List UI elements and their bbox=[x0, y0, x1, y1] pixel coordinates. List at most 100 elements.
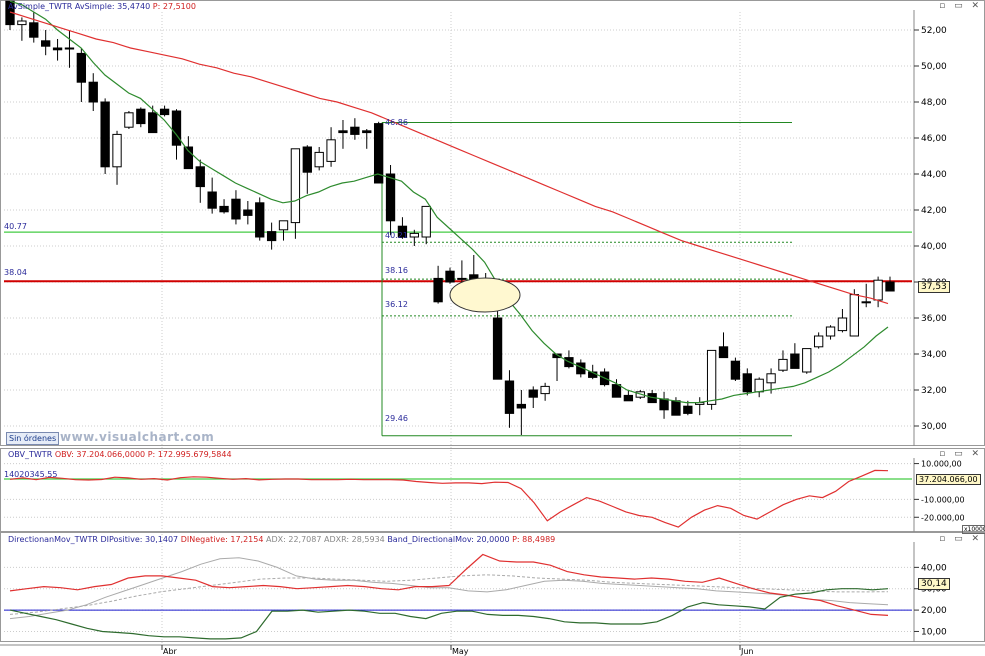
candle-body bbox=[504, 380, 515, 414]
candle-body bbox=[409, 232, 419, 238]
gap-annotation-ellipse bbox=[449, 277, 521, 313]
x-axis: Abr May Jun bbox=[161, 645, 754, 656]
candle-body bbox=[278, 220, 289, 231]
candle-body bbox=[445, 270, 455, 283]
candle-body bbox=[17, 20, 27, 26]
dmi-p-label: P: bbox=[512, 535, 520, 544]
obv-ytick-label: 10.000,00 bbox=[921, 460, 962, 469]
candle-body bbox=[148, 112, 158, 134]
panel-frames bbox=[0, 0, 985, 646]
price-ytick-label: 48,00 bbox=[921, 98, 947, 108]
candle-body bbox=[778, 358, 788, 371]
candle-body bbox=[623, 394, 634, 402]
y-axes: 52,0050,0048,0046,0044,0042,0040,0038,00… bbox=[914, 26, 965, 637]
dipositive-value: 30,1407 bbox=[145, 535, 179, 544]
chart-canvas: 52,0050,0048,0046,0044,0042,0040,0038,00… bbox=[0, 0, 985, 656]
candle-body bbox=[457, 277, 467, 280]
candle-body bbox=[302, 146, 312, 173]
candle-body bbox=[338, 130, 348, 134]
price-panel-header: AvSimple_TWTR AvSimple: 35,4740 P: 27,51… bbox=[8, 2, 196, 11]
panel-frame bbox=[0, 0, 985, 446]
level-label-3804: 38.04 bbox=[4, 268, 27, 277]
dmi-ytick-label: 20,00 bbox=[921, 606, 947, 616]
candle-body bbox=[540, 385, 550, 395]
dipositive-line bbox=[9, 588, 889, 640]
price-ytick-label: 50,00 bbox=[921, 62, 947, 72]
fib-label-3612: 36.12 bbox=[385, 300, 408, 309]
candle-body bbox=[706, 349, 717, 405]
adxr-value: 28,5934 bbox=[351, 535, 385, 544]
candle-body bbox=[326, 139, 336, 162]
price-ytick-label: 34,00 bbox=[921, 350, 947, 360]
watermark: www.visualchart.com bbox=[60, 430, 215, 444]
candle-body bbox=[825, 326, 836, 337]
candle-body bbox=[171, 110, 182, 146]
sin-ordenes-button[interactable]: Sin órdenes bbox=[6, 432, 60, 445]
price-window-controls[interactable]: ▫ ▭ ✕ bbox=[939, 1, 982, 11]
obv-p-label: P: bbox=[147, 450, 156, 459]
price-ytick-label: 36,00 bbox=[921, 314, 947, 324]
candle-body bbox=[837, 317, 848, 332]
obv-p-value: 172.995.679,5844 bbox=[157, 450, 232, 459]
candle-body bbox=[112, 133, 122, 168]
candle-body bbox=[766, 373, 776, 384]
candle-body bbox=[813, 335, 824, 348]
fib-label-2946: 29.46 bbox=[385, 414, 408, 423]
obv-scale-note: x10000 bbox=[962, 525, 985, 534]
candle-body bbox=[659, 398, 669, 411]
dmi-series-name: DirectionanMov_TWTR bbox=[8, 535, 98, 544]
dmi-window-controls[interactable]: ▫ ▭ ✕ bbox=[939, 534, 982, 544]
obv-level-label: 14020345.55 bbox=[4, 470, 58, 479]
adxr-line bbox=[9, 574, 889, 615]
price-ytick-label: 32,00 bbox=[921, 386, 947, 396]
last-price-tag: 37,53 bbox=[918, 281, 950, 293]
price-ytick-label: 42,00 bbox=[921, 206, 947, 216]
candle-body bbox=[516, 403, 527, 409]
sma-slow-value: 35,4740 bbox=[117, 2, 151, 11]
price-series-name: AvSimple_TWTR bbox=[8, 2, 73, 11]
price-ytick-label: 46,00 bbox=[921, 134, 947, 144]
candle-body bbox=[350, 126, 360, 135]
month-label: May bbox=[452, 647, 469, 656]
candle-body bbox=[195, 166, 205, 188]
candle-body bbox=[255, 202, 265, 238]
sma-slow-line bbox=[9, 11, 889, 305]
candle-body bbox=[362, 130, 372, 134]
level-label-4077: 40.77 bbox=[4, 222, 27, 231]
dmi-ytick-label: 40,00 bbox=[921, 563, 947, 573]
grid-layer bbox=[4, 12, 912, 645]
candle-body bbox=[29, 22, 39, 38]
candle-body bbox=[433, 277, 443, 303]
candle-body bbox=[754, 378, 764, 393]
candle-body bbox=[385, 173, 396, 222]
candle-body bbox=[243, 209, 253, 216]
candle-body bbox=[421, 205, 431, 238]
candle-body bbox=[790, 353, 800, 369]
price-ytick-label: 52,00 bbox=[921, 26, 947, 36]
fib-label-4686: 46.86 bbox=[385, 118, 408, 127]
obv-panel bbox=[4, 469, 912, 528]
obv-window-controls[interactable]: ▫ ▭ ✕ bbox=[939, 449, 982, 459]
candle-body bbox=[266, 231, 277, 242]
candle-body bbox=[730, 360, 741, 380]
obv-series-name: OBV_TWTR bbox=[8, 450, 53, 459]
candle-body bbox=[718, 346, 729, 359]
dinegative-value: 17,2154 bbox=[230, 535, 264, 544]
adx-label: ADX: bbox=[266, 535, 286, 544]
dmi-ytick-label: 10,00 bbox=[921, 627, 947, 637]
candle-body bbox=[742, 373, 752, 393]
month-label: Abr bbox=[163, 647, 178, 656]
candle-body bbox=[52, 47, 63, 51]
obv-value-tag: 37.204.066,00 bbox=[916, 474, 981, 485]
dmi-panel-header: DirectionanMov_TWTR DIPositive: 30,1407 … bbox=[8, 535, 555, 544]
candle-body bbox=[124, 112, 134, 128]
candle-body bbox=[76, 52, 87, 83]
price-p-value: 27,5100 bbox=[162, 2, 196, 11]
adx-value: 22,7087 bbox=[288, 535, 322, 544]
candle-body bbox=[683, 405, 693, 414]
obv-value: 37.204.066,0000 bbox=[76, 450, 146, 459]
fib-label-4021: 40.21 bbox=[385, 231, 408, 240]
candle-body bbox=[849, 294, 859, 337]
adx-line bbox=[9, 557, 889, 620]
obv-panel-header: OBV_TWTR OBV: 37.204.066,0000 P: 172.995… bbox=[8, 450, 232, 459]
